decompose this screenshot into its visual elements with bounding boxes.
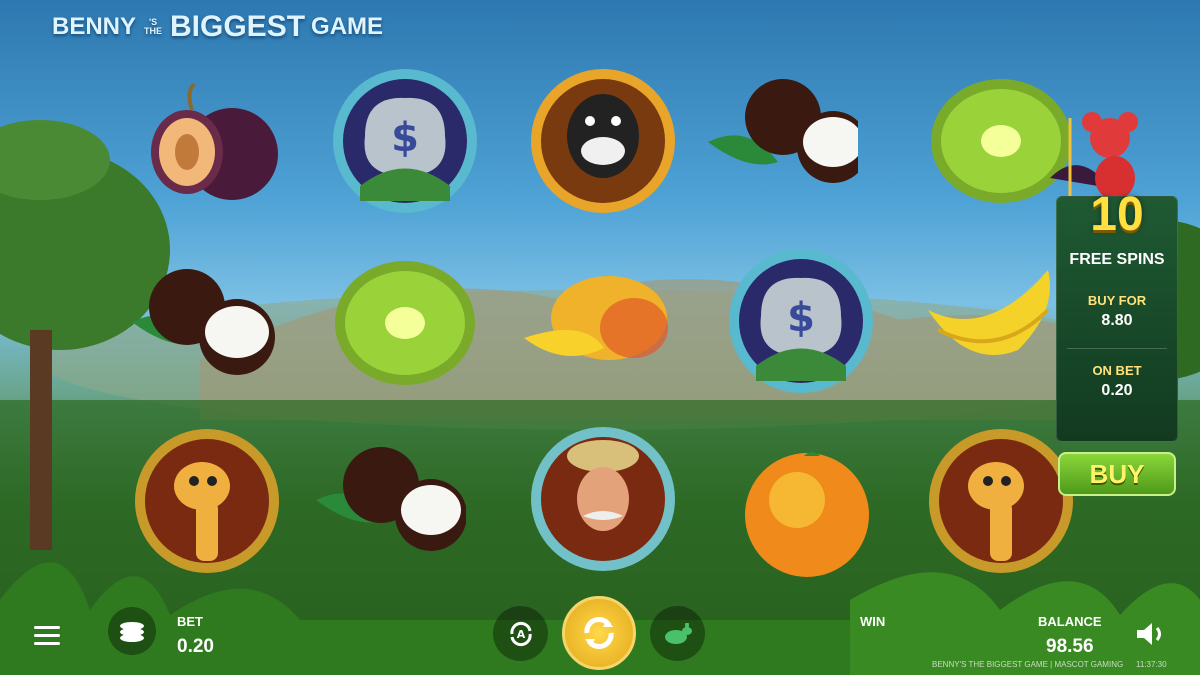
buy-for-value: 8.80 xyxy=(1101,312,1133,329)
symbol-kiwi xyxy=(330,248,480,398)
hamburger-icon[interactable] xyxy=(34,626,60,646)
spin-arrows-icon xyxy=(584,617,614,649)
free-spins-count: 10 xyxy=(1090,188,1144,241)
bet-settings-button[interactable] xyxy=(108,607,156,655)
balance-value: 98.56 xyxy=(1046,636,1094,657)
rabbit-icon xyxy=(664,622,692,644)
on-bet-label: ON BET xyxy=(1092,363,1142,378)
symbol-giraffe-badge xyxy=(132,426,282,576)
panel-divider xyxy=(1067,348,1167,349)
svg-text:A: A xyxy=(516,628,525,641)
autoplay-button[interactable]: A xyxy=(493,606,548,661)
symbol-coconut xyxy=(316,440,467,590)
autoplay-icon: A xyxy=(509,621,532,646)
logo-part-2: 'S THE xyxy=(144,17,163,36)
buy-for-label: BUY FOR xyxy=(1087,293,1147,308)
svg-text:$: $ xyxy=(391,115,419,161)
svg-text:$: $ xyxy=(787,295,815,341)
logo-part-1: BENNY xyxy=(52,13,137,40)
sound-button[interactable] xyxy=(1134,620,1168,648)
symbol-money-badge: $ xyxy=(330,66,480,216)
symbol-giraffe-badge xyxy=(926,426,1076,576)
logo-part-4: GAME xyxy=(311,13,384,40)
free-spins-panel: 10 FREE SPINS BUY FOR 8.80 ON BET 0.20 xyxy=(1056,189,1178,442)
symbol-money-badge: $ xyxy=(726,246,876,396)
symbol-coconut xyxy=(132,262,282,412)
footer-text: BENNY'S THE BIGGEST GAME | MASCOT GAMING xyxy=(932,660,1124,669)
clock: 11:37:30 xyxy=(1136,660,1167,669)
symbol-gorilla-badge xyxy=(528,66,678,216)
game-logo: BENNY 'S THE BIGGEST GAME xyxy=(52,10,383,44)
symbol-coconut xyxy=(708,72,869,222)
balance-label: BALANCE xyxy=(1038,614,1102,629)
symbol-banana xyxy=(918,250,1068,400)
on-bet-value: 0.20 xyxy=(1101,382,1133,399)
symbol-explorer-badge xyxy=(528,424,678,574)
bet-label: BET xyxy=(177,614,203,629)
spin-button[interactable] xyxy=(562,596,636,670)
bet-value: 0.20 xyxy=(177,636,214,657)
speaker-icon xyxy=(1137,623,1161,645)
symbol-orange xyxy=(732,440,882,590)
win-label: WIN xyxy=(860,614,886,629)
coin-stack-icon xyxy=(120,622,144,642)
buy-free-spins-button[interactable]: BUY xyxy=(1058,452,1176,496)
free-spins-label: FREE SPINS xyxy=(1069,251,1165,268)
turbo-button[interactable] xyxy=(650,606,705,661)
logo-part-3: BIGGEST xyxy=(170,10,306,43)
symbol-plum xyxy=(132,72,282,222)
symbol-mango xyxy=(524,258,674,408)
